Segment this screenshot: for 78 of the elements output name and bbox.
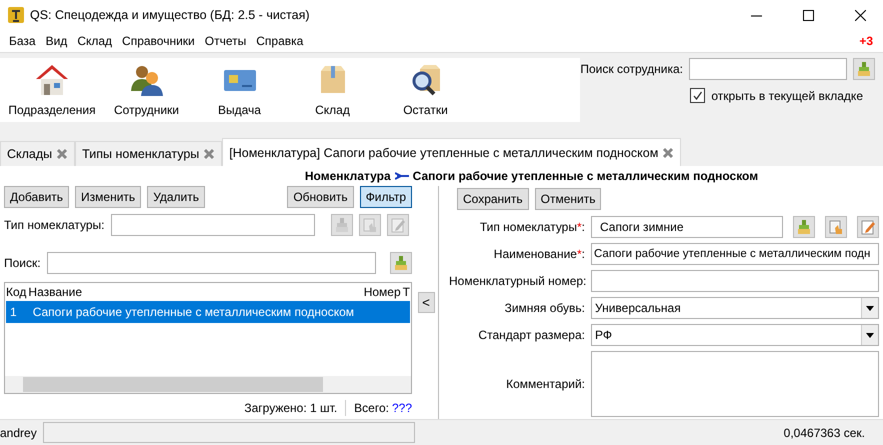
edit-button[interactable] — [386, 214, 408, 236]
menu-item[interactable]: Отчеты — [200, 34, 252, 48]
brush-icon — [797, 219, 811, 235]
arrow-icon — [394, 172, 409, 180]
toolbar-button[interactable]: Сотрудники — [100, 62, 193, 122]
type-field[interactable]: Сапоги зимние — [591, 216, 783, 238]
pencil-icon — [861, 219, 875, 235]
brush-icon — [857, 61, 871, 77]
toolbar-button[interactable]: Обновить — [287, 186, 354, 208]
toolbar-button[interactable]: Добавить — [4, 186, 70, 208]
select-button[interactable] — [358, 214, 380, 236]
type-field[interactable] — [110, 214, 314, 236]
field-label: Поиск сотрудника: — [580, 62, 683, 76]
field-label: Комментарий: — [505, 377, 585, 391]
menu-item[interactable]: База — [4, 34, 41, 48]
dropdown-arrow-icon — [866, 306, 874, 310]
dropdown[interactable]: Универсальная — [591, 297, 879, 319]
house-icon — [34, 63, 70, 97]
field-label: Поиск: — [4, 256, 41, 270]
form-button[interactable]: Сохранить — [457, 188, 529, 210]
edit-button[interactable] — [857, 216, 879, 238]
column-header[interactable]: Код — [5, 285, 28, 299]
table-row[interactable]: 1 Сапоги рабочие утепленные с металлическим подноском — [6, 301, 410, 323]
user-name: andrey — [0, 426, 37, 440]
column-header[interactable]: Т — [402, 285, 411, 299]
counter-text: +3 — [859, 34, 874, 48]
toolbar-button[interactable]: Выдача — [193, 62, 286, 122]
tab[interactable]: Склады — [0, 141, 76, 166]
collapse-button[interactable]: < — [418, 292, 434, 313]
people-icon — [128, 63, 164, 97]
toolbar-button[interactable]: Склад — [286, 62, 379, 122]
tab[interactable]: Типы номенклатуры — [75, 141, 222, 166]
dropdown[interactable]: РФ — [591, 324, 879, 346]
menu-item[interactable]: Справочники — [117, 34, 200, 48]
app-logo-icon — [8, 7, 24, 23]
toolbar-button[interactable]: Фильтр — [360, 186, 412, 208]
form-button[interactable]: Отменить — [534, 188, 602, 210]
loaded-count: Загружено: 1 шт. — [244, 401, 338, 415]
checkbox[interactable] — [690, 88, 706, 103]
elapsed-time: 0,0467363 сек. — [784, 426, 866, 440]
dropdown-arrow-icon — [866, 332, 874, 338]
comment-field[interactable] — [591, 351, 879, 417]
toolbar-button[interactable]: Остатки — [379, 62, 472, 122]
toolbar-button[interactable]: Удалить — [147, 186, 206, 208]
employee-search-field[interactable] — [689, 58, 847, 80]
total-label: Всего: — [354, 401, 389, 415]
column-header[interactable]: Название — [27, 285, 84, 299]
text-field[interactable] — [591, 270, 879, 292]
menu-item[interactable]: Склад — [72, 34, 118, 48]
field-label: Номенклатурный номер: — [449, 274, 585, 288]
clear-button[interactable] — [390, 252, 412, 274]
toolbar-button[interactable]: Подразделения — [4, 62, 100, 122]
field-label: Тип номеклатуры*: — [478, 220, 585, 234]
brush-icon — [394, 255, 408, 271]
hand-card-icon — [362, 217, 376, 233]
pencil-icon — [390, 217, 404, 233]
total-link[interactable]: ??? — [392, 401, 412, 415]
toolbar-button[interactable]: Изменить — [75, 186, 142, 208]
clear-button[interactable] — [793, 216, 815, 238]
checkbox-label[interactable]: открыть в текущей вкладке — [711, 88, 863, 102]
horizontal-scrollbar[interactable] — [5, 376, 411, 393]
breadcrumb-parent: Номенклатура — [304, 169, 391, 183]
tab[interactable]: [Номенклатура] Сапоги рабочие утепленные с металлическим подноском — [222, 138, 682, 166]
column-header[interactable]: Номер — [362, 285, 402, 299]
text-field[interactable]: Сапоги рабочие утепленные с металлическим подн — [591, 243, 879, 265]
brush-icon — [334, 217, 348, 233]
clear-button[interactable] — [853, 58, 875, 80]
field-label: Стандарт размера: — [477, 328, 585, 342]
field-label: Наименование*: — [492, 247, 585, 261]
menu-item[interactable]: Справка — [251, 34, 308, 48]
hand-card-icon — [829, 219, 843, 235]
field-label: Тип номеклатуры: — [4, 218, 104, 232]
field-label: Зимняя обувь: — [504, 301, 585, 315]
breadcrumb-current: Сапоги рабочие утепленные с металлическим подноском — [412, 169, 758, 183]
window-title: QS: Спецодежда и имущество (БД: 2.5 - чистая) — [30, 8, 311, 22]
menu-item[interactable]: Вид — [40, 34, 72, 48]
search-field[interactable] — [46, 252, 376, 274]
select-button[interactable] — [825, 216, 847, 238]
